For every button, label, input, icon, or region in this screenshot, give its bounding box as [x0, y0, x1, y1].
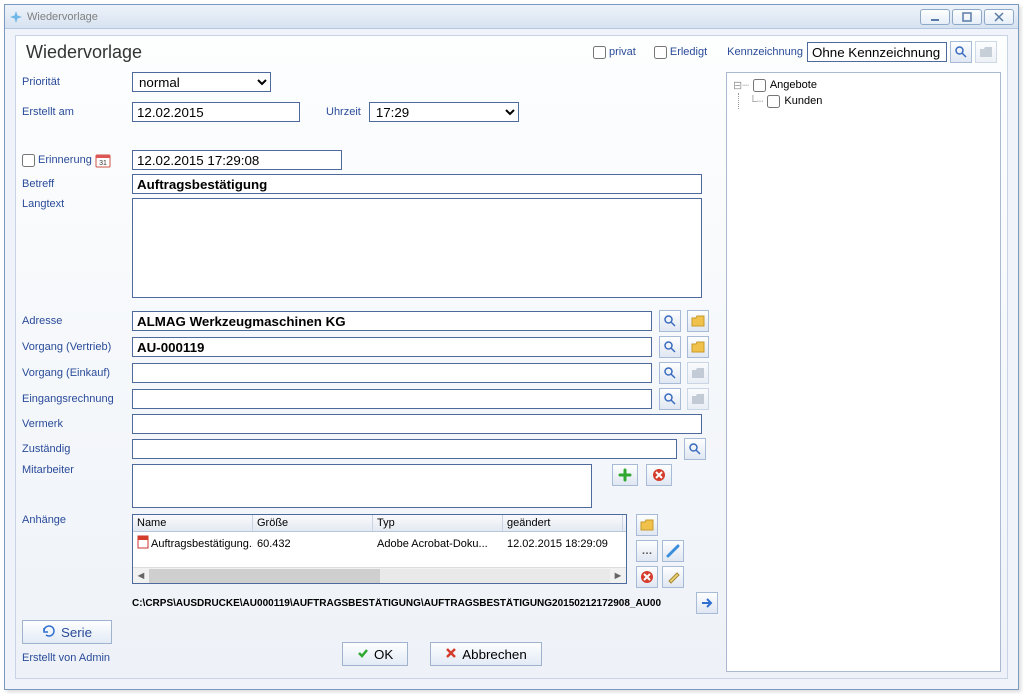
vermerk-input[interactable]: [132, 414, 702, 434]
kennzeichnung-folder-button[interactable]: [975, 41, 997, 63]
attach-more-button[interactable]: …: [636, 540, 658, 562]
zustaendig-search-button[interactable]: [684, 438, 706, 460]
uhrzeit-label: Uhrzeit: [326, 106, 361, 118]
betreff-input[interactable]: [132, 174, 702, 194]
tree-item-kunden[interactable]: └┈ Kunden: [738, 93, 994, 109]
calendar-icon[interactable]: 31: [95, 152, 111, 168]
hdr-date[interactable]: geändert: [503, 515, 623, 531]
uhrzeit-select[interactable]: 17:29: [369, 102, 519, 122]
vorgange-search-button[interactable]: [659, 362, 681, 384]
refresh-icon: [42, 625, 56, 640]
mitarbeiter-label: Mitarbeiter: [22, 464, 132, 476]
scroll-thumb[interactable]: [149, 569, 380, 583]
attach-scan-button[interactable]: [662, 540, 684, 562]
betreff-label: Betreff: [22, 178, 132, 190]
vorgangv-folder-button[interactable]: [687, 336, 709, 358]
attachments-header: Name Größe Typ geändert: [133, 515, 626, 532]
langtext-label: Langtext: [22, 198, 132, 210]
privat-label: privat: [609, 46, 636, 58]
titlebar: Wiedervorlage: [5, 5, 1018, 29]
close-button[interactable]: [984, 9, 1014, 25]
ok-button[interactable]: OK: [342, 642, 408, 666]
hscroll[interactable]: ◄ ►: [133, 567, 626, 583]
add-mitarbeiter-button[interactable]: [612, 464, 638, 486]
window-frame: Wiedervorlage Wiedervorlage privat Erled…: [4, 4, 1019, 690]
scroll-right-icon[interactable]: ►: [610, 570, 626, 582]
scroll-left-icon[interactable]: ◄: [133, 570, 149, 582]
form-area: Priorität normal Erstellt am Uhrzeit 17:…: [22, 72, 718, 672]
tree-label-kunden: Kunden: [784, 95, 822, 107]
cancel-button[interactable]: Abbrechen: [430, 642, 541, 666]
vorgangv-input[interactable]: [132, 337, 652, 357]
tree-label-angebote: Angebote: [770, 79, 817, 91]
erinnerung-checkbox[interactable]: Erinnerung: [22, 154, 92, 167]
erstellt-date-input[interactable]: [132, 102, 300, 122]
adresse-label: Adresse: [22, 315, 132, 327]
vorgange-label: Vorgang (Einkauf): [22, 367, 132, 379]
hdr-size[interactable]: Größe: [253, 515, 373, 531]
prio-label: Priorität: [22, 76, 132, 88]
eingang-input[interactable]: [132, 389, 652, 409]
anhaenge-label: Anhänge: [22, 514, 132, 526]
langtext-input[interactable]: [132, 198, 702, 298]
hdr-type[interactable]: Typ: [373, 515, 503, 531]
kennzeichnung-search-button[interactable]: [950, 41, 972, 63]
check-icon: [357, 647, 369, 662]
page-header: Wiedervorlage privat Erledigt Kennzeichn…: [16, 36, 1007, 64]
table-row[interactable]: Auftragsbestätigung... 60.432 Adobe Acro…: [133, 532, 626, 555]
cancel-icon: [445, 647, 457, 662]
window-title: Wiedervorlage: [27, 11, 98, 23]
app-icon: [9, 10, 23, 24]
serie-button[interactable]: Serie: [22, 620, 112, 644]
cell-date: 12.02.2015 18:29:09: [503, 537, 623, 551]
tree-item-angebote[interactable]: ⊟┈ Angebote: [733, 77, 994, 93]
eingang-label: Eingangsrechnung: [22, 393, 132, 405]
vermerk-label: Vermerk: [22, 418, 132, 430]
attach-edit-button[interactable]: [662, 566, 684, 588]
eingang-search-button[interactable]: [659, 388, 681, 410]
remove-mitarbeiter-button[interactable]: [646, 464, 672, 486]
erledigt-checkbox[interactable]: Erledigt: [654, 46, 707, 59]
vorgange-input[interactable]: [132, 363, 652, 383]
kennzeichnung-input[interactable]: [807, 42, 947, 62]
attach-open-folder-button[interactable]: [636, 514, 658, 536]
ok-label: OK: [374, 647, 393, 662]
tree-check-angebote[interactable]: [753, 79, 766, 92]
kennzeichnung-label: Kennzeichnung: [727, 46, 803, 58]
cell-name: Auftragsbestätigung...: [151, 538, 253, 550]
cancel-label: Abbrechen: [462, 647, 526, 662]
attachment-path: C:\CRPS\AUSDRUCKE\AU000119\AUFTRAGSBESTÄ…: [132, 598, 690, 609]
adresse-search-button[interactable]: [659, 310, 681, 332]
cell-type: Adobe Acrobat-Doku...: [373, 537, 503, 551]
maximize-button[interactable]: [952, 9, 982, 25]
privat-checkbox[interactable]: privat: [593, 46, 636, 59]
attachments-table[interactable]: Name Größe Typ geändert Auftragsbestätig…: [132, 514, 627, 584]
prio-select[interactable]: normal: [132, 72, 271, 92]
erledigt-label: Erledigt: [670, 46, 707, 58]
vorgangv-label: Vorgang (Vertrieb): [22, 341, 132, 353]
erinnerung-input[interactable]: [132, 150, 342, 170]
svg-text:31: 31: [99, 160, 107, 167]
minimize-button[interactable]: [920, 9, 950, 25]
vorgangv-search-button[interactable]: [659, 336, 681, 358]
page-title: Wiedervorlage: [26, 42, 142, 63]
pdf-icon: [137, 535, 149, 552]
page: Wiedervorlage privat Erledigt Kennzeichn…: [15, 35, 1008, 679]
tree-check-kunden[interactable]: [767, 95, 780, 108]
eingang-folder-button[interactable]: [687, 388, 709, 410]
cell-size: 60.432: [253, 537, 373, 551]
vorgange-folder-button[interactable]: [687, 362, 709, 384]
zustaendig-input[interactable]: [132, 439, 677, 459]
category-tree[interactable]: ⊟┈ Angebote └┈ Kunden: [726, 72, 1001, 672]
adresse-folder-button[interactable]: [687, 310, 709, 332]
zustaendig-label: Zuständig: [22, 443, 132, 455]
erstellt-label: Erstellt am: [22, 106, 132, 118]
attach-delete-button[interactable]: [636, 566, 658, 588]
path-go-button[interactable]: [696, 592, 718, 614]
adresse-input[interactable]: [132, 311, 652, 331]
mitarbeiter-list[interactable]: [132, 464, 592, 508]
hdr-name[interactable]: Name: [133, 515, 253, 531]
erinnerung-label: Erinnerung: [38, 154, 92, 166]
serie-label: Serie: [61, 625, 92, 640]
